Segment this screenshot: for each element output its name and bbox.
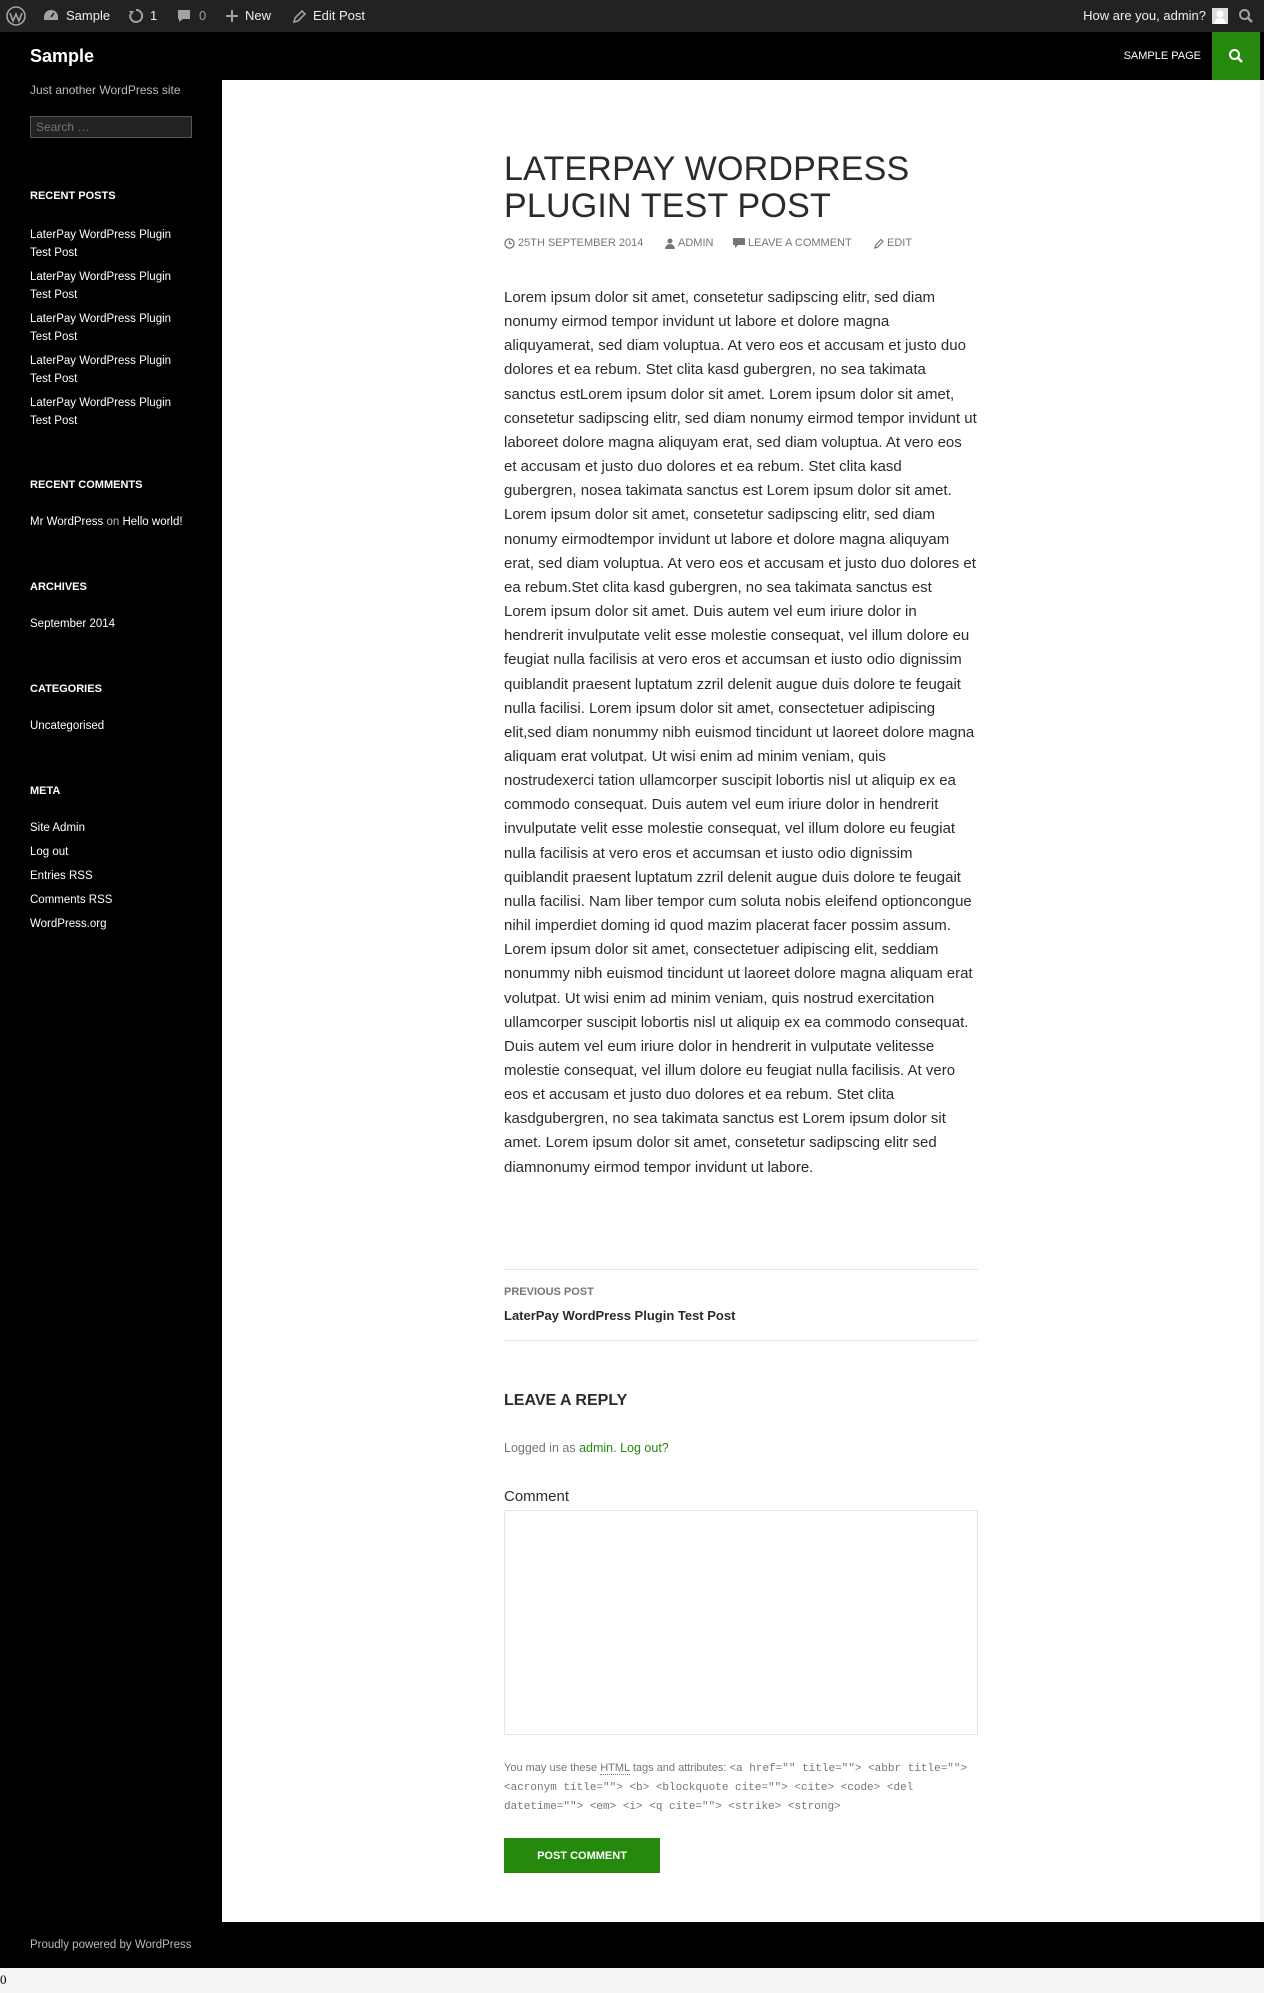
updates-icon <box>128 8 144 24</box>
comment-textarea[interactable] <box>504 1510 978 1735</box>
allowed-tags-mid: tags and attributes: <box>632 1762 727 1774</box>
archive-link[interactable]: September 2014 <box>30 615 190 633</box>
recent-post-link[interactable]: LaterPay WordPress Plugin Test Post <box>30 394 190 430</box>
stray-text: 0 <box>0 1972 7 1987</box>
comment-post-link[interactable]: Hello world! <box>122 516 182 528</box>
clock-icon <box>504 237 515 249</box>
meta-link-entries-rss[interactable]: Entries RSS <box>30 867 190 885</box>
post-navigation: Previous Post LaterPay WordPress Plugin … <box>504 1269 978 1341</box>
powered-by-link[interactable]: Proudly powered by WordPress <box>30 1922 192 1968</box>
meta-link-wordpress-org[interactable]: WordPress.org <box>30 915 190 933</box>
recent-posts-heading: Recent Posts <box>30 190 116 202</box>
meta-heading: Meta <box>30 785 61 797</box>
wordpress-logo-icon[interactable] <box>6 0 26 32</box>
site-header: Sample Sample Page <box>0 32 1264 80</box>
recent-comments-heading: Recent Comments <box>30 479 143 491</box>
comments-menu[interactable]: 0 <box>176 0 206 32</box>
html-abbr: HTML <box>600 1762 630 1775</box>
meta-link-comments-rss[interactable]: Comments RSS <box>30 891 190 909</box>
post-author-text: admin <box>678 237 714 249</box>
meta-link-site-admin[interactable]: Site Admin <box>30 819 190 837</box>
search-icon <box>1228 48 1244 64</box>
recent-post-link[interactable]: LaterPay WordPress Plugin Test Post <box>30 268 190 304</box>
page-gutter <box>1260 80 1264 1922</box>
dashboard-icon <box>42 8 60 24</box>
post-date-text: 25th September 2014 <box>518 237 644 249</box>
edit-text: Edit <box>887 237 913 249</box>
profile-link[interactable]: admin <box>579 1441 613 1455</box>
previous-post-link[interactable]: LaterPay WordPress Plugin Test Post <box>504 1308 735 1323</box>
admin-bar: Sample 1 0 New Edit Post How are you, ad… <box>0 0 1264 32</box>
edit-pencil-icon <box>874 238 884 249</box>
site-footer: Proudly powered by WordPress <box>0 1922 1264 1968</box>
logged-in-as: Logged in as admin. Log out? <box>504 1441 669 1455</box>
post-content: Lorem ipsum dolor sit amet, consetetur s… <box>504 289 977 1176</box>
new-content-menu[interactable]: New <box>225 0 271 32</box>
plus-icon <box>225 9 239 23</box>
site-name-label: Sample <box>66 8 111 23</box>
reply-title: Leave a Reply <box>504 1392 628 1409</box>
site-title[interactable]: Sample <box>30 32 94 80</box>
allowed-tags-prefix: You may use these <box>504 1762 598 1774</box>
comment-bubble-icon <box>176 8 192 24</box>
logout-link[interactable]: Log out? <box>620 1441 669 1455</box>
greeting-text: How are you, admin? <box>1083 8 1206 23</box>
edit-post-link[interactable]: Edit <box>874 237 912 249</box>
comments-count: 0 <box>199 8 207 23</box>
pencil-icon <box>292 9 307 24</box>
site-name-menu[interactable]: Sample <box>42 0 110 32</box>
sidebar: Just another WordPress site Recent Posts… <box>0 80 222 1922</box>
updates-menu[interactable]: 1 <box>128 0 157 32</box>
recent-post-link[interactable]: LaterPay WordPress Plugin Test Post <box>30 226 190 262</box>
meta-link-logout[interactable]: Log out <box>30 843 190 861</box>
category-link[interactable]: Uncategorised <box>30 717 190 735</box>
categories-heading: Categories <box>30 683 102 695</box>
edit-post-label: Edit Post <box>313 8 366 23</box>
allowed-tags-note: You may use these HTML tags and attribut… <box>504 1759 978 1816</box>
post-title: LaterPay WordPress Plugin Test Post <box>504 150 910 225</box>
comment-label: Comment <box>504 1488 570 1505</box>
logged-in-separator: . <box>613 1441 617 1455</box>
recent-comment-item: Mr WordPress on Hello world! <box>30 513 210 531</box>
search-toggle-button[interactable] <box>1212 32 1260 80</box>
recent-post-link[interactable]: LaterPay WordPress Plugin Test Post <box>30 310 190 346</box>
post-comment-button[interactable]: Post Comment <box>504 1838 660 1873</box>
recent-post-link[interactable]: LaterPay WordPress Plugin Test Post <box>30 352 190 388</box>
post-author[interactable]: admin <box>665 237 713 249</box>
updates-count: 1 <box>150 8 158 23</box>
logged-in-prefix: Logged in as <box>504 1441 576 1455</box>
comment-author-link[interactable]: Mr WordPress <box>30 516 103 528</box>
leave-comment-link[interactable]: Leave a comment <box>733 237 852 249</box>
sidebar-search-input[interactable] <box>30 116 192 138</box>
new-label: New <box>245 8 272 23</box>
my-account-menu[interactable]: How are you, admin? <box>1083 0 1228 32</box>
site-tagline: Just another WordPress site <box>30 83 181 97</box>
menu-item-sample-page[interactable]: Sample Page <box>1124 32 1201 80</box>
user-icon <box>665 238 675 249</box>
previous-post-label: Previous Post <box>504 1286 594 1298</box>
comment-icon <box>733 237 745 249</box>
leave-comment-text: Leave a comment <box>748 237 852 249</box>
adminbar-search-icon[interactable] <box>1238 0 1254 32</box>
post-date[interactable]: 25th September 2014 <box>504 237 643 249</box>
avatar <box>1212 8 1228 24</box>
edit-post-menu[interactable]: Edit Post <box>292 0 365 32</box>
archives-heading: Archives <box>30 581 87 593</box>
comment-on-text: on <box>106 516 120 528</box>
